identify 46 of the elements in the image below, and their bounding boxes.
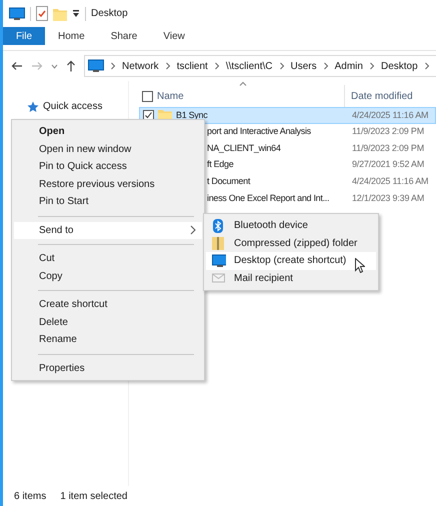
item-count: 6 items — [14, 490, 46, 504]
menu-item[interactable]: Pin to Start — [14, 193, 202, 210]
breadcrumb-item[interactable]: tsclient — [176, 58, 208, 74]
file-name: port and Interactive Analysis — [207, 125, 311, 138]
file-name: iness One Excel Report and Int... — [207, 192, 330, 205]
file-name: NA_CLIENT_win64 — [207, 142, 281, 155]
menu-item[interactable]: Open in new window — [14, 140, 202, 158]
file-date: 9/27/2021 9:52 AM — [351, 158, 424, 172]
menu-item[interactable]: Desktop (create shortcut) — [206, 252, 376, 270]
menu-item[interactable]: Copy — [14, 268, 202, 285]
window-title: Desktop — [91, 7, 128, 21]
menu-item[interactable]: Rename — [14, 331, 202, 348]
menu-item[interactable]: Send to — [14, 222, 202, 239]
nav-item[interactable]: Quick access — [43, 99, 102, 114]
file-date: 4/24/2025 11:16 AM — [351, 174, 428, 188]
menu-item[interactable]: Delete — [14, 314, 202, 331]
column-header[interactable]: Date modified — [345, 88, 413, 104]
menu-item[interactable]: Compressed (zipped) folder — [206, 234, 376, 252]
menu-item[interactable]: Pin to Quick access — [14, 158, 202, 176]
address-bar[interactable]: Network tsclient \\tsclient\C Users Admin Desktop — [84, 55, 436, 77]
menu-item[interactable]: Mail recipient — [206, 270, 376, 287]
ribbon-tab[interactable]: View — [150, 27, 198, 45]
file-date: 4/24/2025 11:16 AM — [351, 108, 428, 122]
ribbon-tab[interactable]: Share — [98, 27, 150, 45]
breadcrumb-item[interactable]: Desktop — [380, 58, 418, 74]
menu-item[interactable]: Create shortcut — [14, 296, 202, 314]
column-header[interactable]: Name — [157, 88, 184, 104]
file-date: 11/9/2023 2:09 PM — [351, 142, 424, 155]
ribbon-tab[interactable]: Home — [45, 27, 98, 45]
menu-item[interactable]: Restore previous versions — [14, 176, 202, 193]
menu-item[interactable]: Cut — [14, 250, 202, 268]
ribbon-tab[interactable]: File — [3, 27, 45, 45]
file-row[interactable]: B1 Sync 4/24/2025 11:16 AM — [139, 107, 436, 124]
breadcrumb-item[interactable]: Network — [122, 58, 159, 74]
file-name: ft Edge — [207, 158, 234, 172]
file-name: B1 Sync — [176, 108, 208, 122]
file-name: t Document — [207, 174, 250, 188]
selection-count: 1 item selected — [60, 490, 128, 504]
menu-item[interactable]: Properties — [14, 360, 202, 377]
breadcrumb-item[interactable]: \\tsclient\C — [226, 58, 272, 74]
menu-item[interactable]: Bluetooth device — [206, 217, 376, 234]
file-date: 12/1/2023 9:39 AM — [351, 192, 424, 205]
menu-item[interactable]: Open — [14, 123, 202, 140]
breadcrumb-item[interactable]: Admin — [334, 58, 363, 74]
breadcrumb-item[interactable]: Users — [290, 58, 317, 74]
file-date: 11/9/2023 2:09 PM — [351, 125, 424, 138]
